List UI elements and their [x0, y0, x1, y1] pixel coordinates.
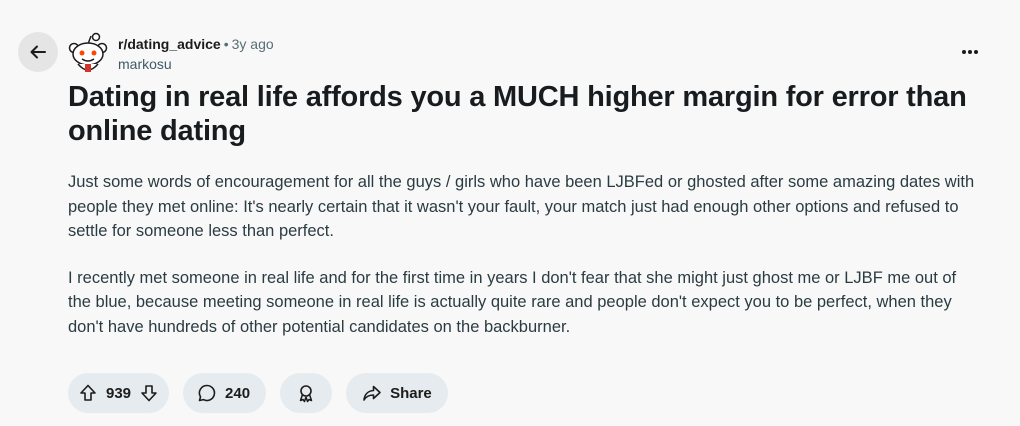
vote-count: 939 — [106, 384, 132, 402]
post-paragraph: I recently met someone in real life and … — [68, 268, 957, 336]
arrow-left-icon — [28, 42, 48, 62]
downvote-button[interactable] — [137, 381, 161, 405]
back-button[interactable] — [18, 32, 58, 72]
meta-separator: • — [223, 36, 229, 52]
post-meta: r/dating_advice • 3y ago markosu — [118, 35, 274, 73]
author-link[interactable]: markosu — [118, 55, 274, 73]
arrow-up-icon — [78, 383, 98, 403]
share-button[interactable]: Share — [346, 373, 448, 413]
share-arrow-icon — [362, 383, 382, 403]
post-paragraph: Just some words of encouragement for all… — [68, 173, 975, 240]
post-age: 3y ago — [231, 36, 274, 52]
post-body: Just some words of encouragement for all… — [68, 170, 978, 361]
subreddit-avatar[interactable] — [66, 32, 110, 76]
more-options-button[interactable] — [958, 40, 982, 64]
vote-control: 939 — [68, 373, 170, 413]
upvote-button[interactable] — [76, 381, 100, 405]
comment-count: 240 — [225, 384, 251, 402]
award-button[interactable] — [280, 373, 333, 413]
share-label: Share — [390, 384, 432, 402]
subreddit-link[interactable]: r/dating_advice — [118, 36, 221, 52]
ellipsis-icon — [961, 49, 979, 55]
arrow-down-icon — [139, 383, 159, 403]
post-title: Dating in real life affords you a MUCH h… — [68, 81, 967, 147]
chat-bubble-icon — [197, 383, 217, 403]
post-actions: 939 240 Share — [68, 373, 448, 413]
award-icon — [296, 383, 316, 403]
comments-button[interactable]: 240 — [183, 373, 267, 413]
